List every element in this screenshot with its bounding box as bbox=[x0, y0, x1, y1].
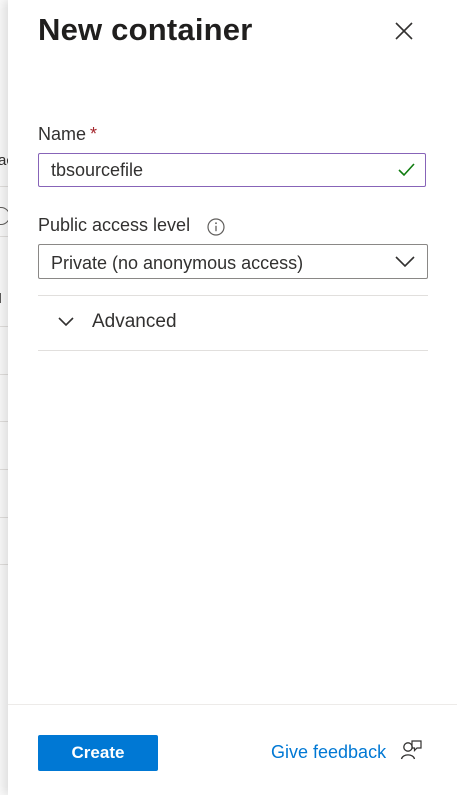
background-divider bbox=[0, 564, 8, 565]
feedback-icon[interactable] bbox=[400, 739, 422, 761]
background-text-fragment: I bbox=[0, 290, 3, 307]
background-divider bbox=[0, 236, 8, 237]
advanced-section-toggle[interactable]: Advanced bbox=[38, 296, 428, 350]
name-input[interactable] bbox=[51, 159, 381, 181]
name-field[interactable] bbox=[38, 153, 426, 187]
access-level-value: Private (no anonymous access) bbox=[51, 253, 304, 273]
background-page: ac I bbox=[0, 0, 8, 795]
info-icon[interactable] bbox=[207, 218, 225, 236]
background-divider bbox=[0, 186, 8, 187]
close-button[interactable] bbox=[391, 18, 417, 44]
create-button[interactable]: Create bbox=[38, 735, 158, 771]
background-divider bbox=[0, 374, 8, 375]
access-level-dropdown[interactable]: Private (no anonymous access) bbox=[38, 244, 428, 279]
required-marker: * bbox=[90, 124, 98, 144]
name-label-text: Name bbox=[38, 124, 87, 144]
background-divider bbox=[0, 421, 8, 422]
checkmark-icon bbox=[398, 163, 415, 177]
chevron-down-icon bbox=[395, 256, 415, 268]
background-divider bbox=[0, 326, 8, 327]
section-divider bbox=[38, 350, 428, 351]
panel-title: New container bbox=[38, 12, 253, 47]
background-text-fragment: ac bbox=[0, 152, 8, 169]
background-divider bbox=[0, 469, 8, 470]
footer-divider bbox=[8, 704, 457, 705]
background-icon-fragment bbox=[0, 207, 8, 225]
advanced-label: Advanced bbox=[92, 311, 177, 332]
background-divider bbox=[0, 517, 8, 518]
give-feedback-link[interactable]: Give feedback bbox=[271, 742, 386, 763]
name-label: Name * bbox=[38, 124, 97, 145]
access-level-label: Public access level bbox=[38, 215, 191, 235]
new-container-panel: New container Name* Public access level … bbox=[8, 0, 457, 795]
close-icon bbox=[395, 22, 413, 40]
chevron-down-icon bbox=[58, 317, 74, 327]
